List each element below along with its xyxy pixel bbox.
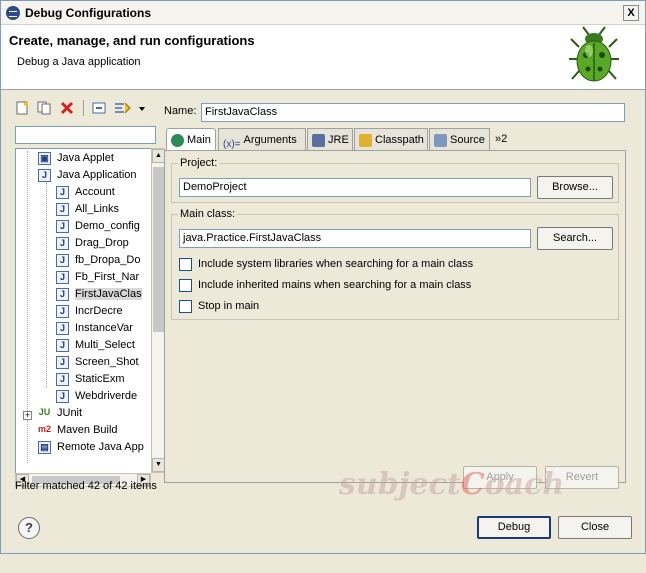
- tree-item-incrdecre[interactable]: J IncrDecre: [56, 303, 123, 320]
- tab-jre[interactable]: JRE: [307, 128, 353, 150]
- remote-icon: ▤: [38, 441, 51, 454]
- toolbar-separator: [83, 100, 84, 116]
- tree-item-maven-build[interactable]: m2 Maven Build: [38, 422, 118, 439]
- left-toolbar: [11, 97, 157, 121]
- project-label: Project:: [178, 157, 220, 169]
- checkbox-icon[interactable]: [179, 299, 192, 313]
- tree-item-fb-first[interactable]: J Fb_First_Nar: [56, 269, 139, 286]
- java-app-icon: J: [38, 169, 51, 182]
- duplicate-icon[interactable]: [37, 101, 51, 115]
- header-subtitle: Debug a Java application: [17, 56, 141, 68]
- tab-arguments[interactable]: (x)= Arguments: [218, 128, 306, 150]
- junit-icon: JU: [38, 407, 51, 417]
- filter-input[interactable]: [15, 126, 156, 144]
- classpath-icon: [359, 133, 372, 147]
- header-title: Create, manage, and run configurations: [9, 33, 255, 48]
- tree-item-staticexm[interactable]: J StaticExm: [56, 371, 125, 388]
- tree-item-all-links[interactable]: J All_Links: [56, 201, 119, 218]
- include-system-libraries-checkbox[interactable]: Include system libraries when searching …: [179, 257, 473, 271]
- java-class-icon: J: [56, 305, 69, 318]
- tree-item-java-application[interactable]: J Java Application: [38, 167, 137, 184]
- java-class-icon: J: [56, 186, 69, 199]
- scroll-thumb[interactable]: [153, 167, 164, 332]
- tree-item-screen-shot[interactable]: J Screen_Shot: [56, 354, 139, 371]
- expand-junit-icon[interactable]: +: [23, 411, 32, 420]
- name-field[interactable]: FirstJavaClass: [201, 103, 625, 122]
- java-class-icon: J: [56, 339, 69, 352]
- main-tab-content: Project: DemoProject Browse... Main clas…: [164, 150, 626, 483]
- dialog-header: Create, manage, and run configurations D…: [1, 25, 645, 90]
- jre-icon: [312, 133, 325, 147]
- new-launch-config-icon[interactable]: [15, 101, 29, 115]
- java-class-icon: J: [56, 288, 69, 301]
- java-class-icon: J: [56, 373, 69, 386]
- java-class-icon: J: [56, 322, 69, 335]
- window-title: Debug Configurations: [25, 6, 151, 20]
- checkbox-icon[interactable]: [179, 257, 192, 271]
- java-class-icon: J: [56, 390, 69, 403]
- search-button[interactable]: Search...: [537, 227, 613, 250]
- source-icon: [434, 133, 447, 147]
- debug-configurations-dialog: Debug Configurations X Create, manage, a…: [0, 0, 646, 554]
- filter-icon[interactable]: [114, 101, 132, 115]
- tab-more[interactable]: »2: [491, 128, 515, 150]
- tree-item-fb-dropa[interactable]: Jfb_Dropa_Do: [56, 252, 140, 269]
- view-menu-icon[interactable]: [138, 101, 146, 115]
- tree-item-java-applet[interactable]: ▣ Java Applet: [38, 150, 114, 167]
- more-tabs-icon: »2: [495, 133, 508, 145]
- tree-item-demo-config[interactable]: J Demo_config: [56, 218, 140, 235]
- tab-classpath[interactable]: Classpath: [354, 128, 428, 150]
- tree-guide-line: [46, 183, 47, 388]
- java-class-icon: J: [56, 203, 69, 216]
- maven-icon: m2: [38, 424, 52, 434]
- main-tab-icon: [171, 133, 184, 147]
- tree-item-multi-select[interactable]: J Multi_Select: [56, 337, 135, 354]
- main-class-label: Main class:: [178, 208, 238, 220]
- help-button[interactable]: ?: [18, 517, 40, 539]
- java-class-icon: J: [56, 356, 69, 369]
- tree-item-junit[interactable]: JU JUnit: [38, 405, 82, 422]
- java-class-icon: J: [56, 271, 69, 284]
- main-class-field[interactable]: java.Practice.FirstJavaClass: [179, 229, 531, 248]
- tab-source[interactable]: Source: [429, 128, 490, 150]
- subjectcoach-watermark: subjectCoach: [339, 467, 565, 502]
- delete-icon[interactable]: [60, 101, 74, 115]
- arguments-icon: (x)=: [223, 138, 241, 150]
- tree-item-firstjavaclass[interactable]: J FirstJavaClas: [56, 286, 142, 303]
- java-class-icon: J: [56, 220, 69, 233]
- browse-button[interactable]: Browse...: [537, 176, 613, 199]
- tab-main[interactable]: Main: [166, 128, 216, 151]
- tree-item-instancevar[interactable]: J InstanceVar: [56, 320, 133, 337]
- launch-config-tree: ▣ Java Applet J Java Application J Account …: [15, 148, 165, 573]
- java-class-icon: J: [56, 254, 69, 267]
- launch-config-panel: ▣ Java Applet J Java Application J Account …: [11, 97, 165, 499]
- name-label: Name:: [164, 105, 197, 117]
- tree-item-drag-drop[interactable]: J Drag_Drop: [56, 235, 129, 252]
- collapse-all-icon[interactable]: [92, 101, 106, 115]
- eclipse-icon: [6, 6, 20, 20]
- main-class-group: Main class: java.Practice.FirstJavaClass…: [171, 208, 619, 320]
- include-inherited-mains-checkbox[interactable]: Include inherited mains when searching f…: [179, 278, 471, 292]
- tree-item-webdriverde[interactable]: J Webdriverde: [56, 388, 137, 405]
- bug-logo-icon: [569, 26, 619, 82]
- debug-button[interactable]: Debug: [477, 516, 551, 539]
- tree-item-account[interactable]: J Account: [56, 184, 115, 201]
- tree-item-remote-java-app[interactable]: ▤ Remote Java App: [38, 439, 144, 456]
- stop-in-main-checkbox[interactable]: Stop in main: [179, 299, 259, 313]
- applet-icon: ▣: [38, 152, 51, 165]
- project-group: Project: DemoProject Browse...: [171, 157, 619, 203]
- title-bar[interactable]: Debug Configurations X: [1, 1, 645, 25]
- close-button[interactable]: Close: [558, 516, 632, 539]
- filter-status-text: Filter matched 42 of 42 items: [15, 480, 157, 492]
- checkbox-icon[interactable]: [179, 278, 192, 292]
- project-field[interactable]: DemoProject: [179, 178, 531, 197]
- java-class-icon: J: [56, 237, 69, 250]
- tree-viewport: ▣ Java Applet J Java Application J Account …: [15, 148, 151, 473]
- tree-vertical-scrollbar[interactable]: ▲ ▼: [151, 148, 165, 473]
- window-close-button[interactable]: X: [623, 5, 639, 21]
